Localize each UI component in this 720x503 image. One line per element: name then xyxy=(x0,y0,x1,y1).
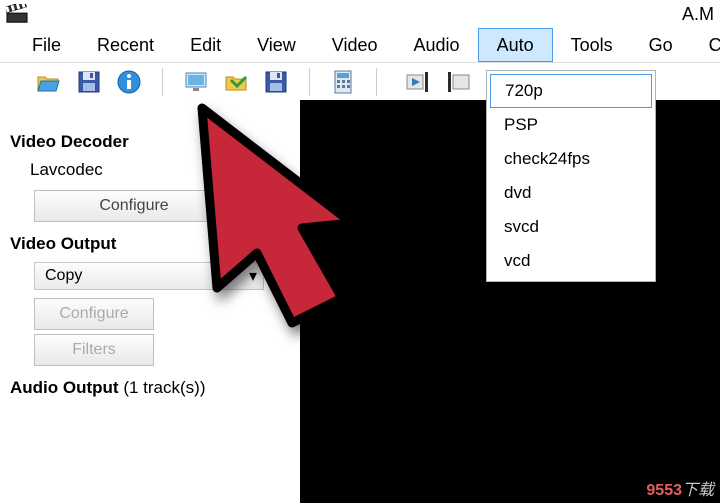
app-window: A.M File Recent Edit View Video Audio Au… xyxy=(0,0,720,503)
menubar: File Recent Edit View Video Audio Auto T… xyxy=(0,28,720,62)
dropdown-item-psp[interactable]: PSP xyxy=(490,108,652,142)
info-icon[interactable] xyxy=(114,67,144,97)
demo-cursor-arrow xyxy=(152,78,412,338)
menu-edit[interactable]: Edit xyxy=(172,28,239,62)
configure-output-button[interactable]: Configure xyxy=(34,298,154,330)
video-output-value: Copy xyxy=(45,267,82,285)
menu-view[interactable]: View xyxy=(239,28,314,62)
menu-go[interactable]: Go xyxy=(631,28,691,62)
menu-file[interactable]: File xyxy=(14,28,79,62)
floppy-save-icon[interactable] xyxy=(74,67,104,97)
auto-dropdown: 720p PSP check24fps dvd svcd vcd xyxy=(486,70,656,282)
watermark: 9553下载 xyxy=(646,476,714,500)
title-fragment: A.M xyxy=(682,4,714,24)
dropdown-item-dvd[interactable]: dvd xyxy=(490,176,652,210)
menu-custom[interactable]: Cust xyxy=(691,28,720,62)
audio-output-title: Audio Output (1 track(s)) xyxy=(10,378,290,398)
dropdown-item-check24fps[interactable]: check24fps xyxy=(490,142,652,176)
watermark-brand: 9553 xyxy=(646,482,682,499)
play-marker-b-icon[interactable] xyxy=(443,67,473,97)
menu-auto[interactable]: Auto xyxy=(478,28,553,62)
menu-recent[interactable]: Recent xyxy=(79,28,172,62)
dropdown-item-vcd[interactable]: vcd xyxy=(490,244,652,278)
dropdown-item-svcd[interactable]: svcd xyxy=(490,210,652,244)
menu-audio[interactable]: Audio xyxy=(396,28,478,62)
folder-open-icon[interactable] xyxy=(34,67,64,97)
menu-tools[interactable]: Tools xyxy=(553,28,631,62)
title-bar: A.M xyxy=(0,0,720,28)
clapperboard-icon xyxy=(6,4,28,24)
menu-video[interactable]: Video xyxy=(314,28,396,62)
audio-output-tracks: (1 track(s)) xyxy=(123,378,205,397)
watermark-suffix: 下载 xyxy=(682,482,714,499)
filters-button[interactable]: Filters xyxy=(34,334,154,366)
dropdown-item-720p[interactable]: 720p xyxy=(490,74,652,108)
